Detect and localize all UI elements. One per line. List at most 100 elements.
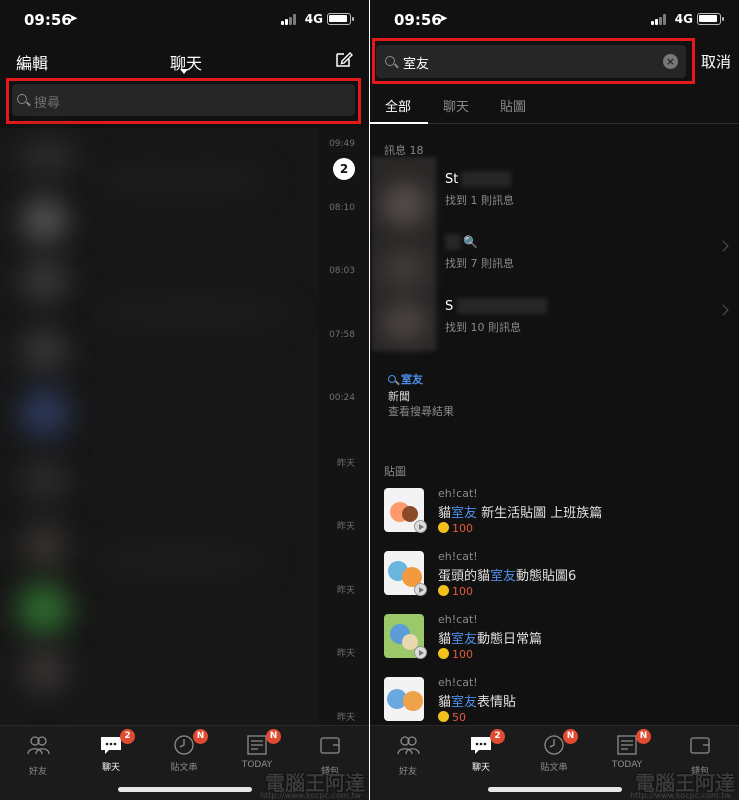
stickers-section-label: 貼圖 — [384, 465, 406, 478]
news-icon: N — [615, 729, 651, 756]
message-count: 找到 1 則訊息 — [445, 194, 514, 207]
sticker-title: 蛋頭的貓室友動態貼圖6 — [438, 569, 577, 584]
tab-badge: N — [193, 729, 208, 744]
message-result-row[interactable]: S 找到 10 則訊息 — [445, 284, 735, 344]
news-query-link[interactable]: 室友 — [388, 371, 423, 387]
chat-time: 昨天 — [336, 649, 355, 659]
chat-time: 昨天 — [336, 586, 355, 596]
tab-badge: N — [563, 729, 578, 744]
home-indicator[interactable] — [118, 787, 252, 792]
tab-label: 貼文串 — [540, 763, 568, 773]
chat-time: 09:49 — [329, 139, 355, 149]
chevron-down-icon[interactable] — [180, 69, 188, 74]
tab-chats[interactable]: 2 聊天 — [451, 729, 511, 773]
network-type: 4G — [304, 12, 323, 26]
message-result-row[interactable]: St 找到 1 則訊息 — [445, 157, 735, 217]
tab-timeline[interactable]: N 貼文串 — [524, 729, 584, 773]
home-indicator[interactable] — [488, 787, 622, 792]
sticker-price: 100 — [438, 648, 473, 661]
network-type: 4G — [674, 12, 693, 26]
sticker-price: 50 — [438, 711, 466, 724]
tab-chats-filter[interactable]: 聊天 — [443, 96, 469, 115]
play-icon[interactable] — [414, 646, 427, 659]
location-arrow-icon: ➤ — [68, 11, 79, 25]
play-icon[interactable] — [414, 520, 427, 533]
play-icon[interactable] — [414, 583, 427, 596]
tab-timeline[interactable]: N 貼文串 — [154, 729, 214, 773]
search-input[interactable]: 室友 × — [376, 45, 686, 78]
chat-list-screen: 09:56 ➤ 4G 編輯 聊天 搜尋 09:49 08:10 08:03 07… — [0, 0, 369, 800]
tab-chats[interactable]: 2 聊天 — [81, 729, 141, 773]
message-count: 找到 7 則訊息 — [445, 257, 514, 270]
redacted-name — [461, 171, 511, 187]
location-arrow-icon: ➤ — [438, 11, 449, 25]
chat-bubble-icon: 2 — [99, 729, 135, 756]
message-contact-name: St — [445, 172, 459, 187]
tab-badge: N — [266, 729, 281, 744]
tab-all[interactable]: 全部 — [385, 96, 411, 115]
tab-label: 好友 — [398, 767, 417, 777]
coin-icon — [438, 711, 449, 722]
search-input[interactable]: 搜尋 — [12, 84, 355, 116]
battery-icon — [697, 13, 724, 25]
friends-icon — [27, 736, 50, 755]
sticker-result-row[interactable]: eh!cat! 蛋頭的貓室友動態貼圖6 100 — [384, 550, 724, 611]
sticker-author: eh!cat! — [438, 550, 478, 563]
redacted-name — [457, 298, 547, 314]
blurred-avatars — [372, 157, 436, 351]
battery-icon — [327, 13, 354, 25]
signal-icon — [281, 14, 297, 25]
sticker-title: 貓室友動態日常篇 — [438, 632, 543, 647]
sticker-price: 100 — [438, 522, 473, 535]
wallet-icon — [690, 737, 710, 754]
sticker-author: eh!cat! — [438, 613, 478, 626]
chat-time: 08:10 — [329, 203, 355, 213]
message-result-row[interactable]: 🔍 找到 7 則訊息 — [445, 220, 735, 280]
chat-list[interactable]: 09:49 08:10 08:03 07:58 00:24 昨天 昨天 昨天 昨… — [0, 128, 369, 725]
wallet-icon — [320, 737, 340, 754]
chat-time: 08:03 — [329, 266, 355, 276]
search-icon — [385, 56, 395, 66]
watermark-url: http://www.kocpc.com.tw — [260, 791, 361, 800]
tab-label: 聊天 — [101, 763, 120, 773]
sticker-title: 貓室友表情貼 — [438, 695, 517, 710]
sticker-thumbnail — [384, 677, 424, 721]
edit-button[interactable]: 編輯 — [16, 50, 48, 74]
tab-today[interactable]: N TODAY — [227, 729, 287, 770]
clear-icon[interactable]: × — [663, 54, 678, 69]
compose-icon[interactable] — [335, 50, 353, 68]
coin-icon — [438, 522, 449, 533]
blurred-chat-rows — [0, 128, 318, 725]
sticker-result-row[interactable]: eh!cat! 貓室友動態日常篇 100 — [384, 613, 724, 674]
view-search-results-link[interactable]: 查看搜尋結果 — [388, 403, 454, 419]
chevron-right-icon — [717, 240, 729, 252]
message-contact-name: S — [445, 299, 454, 314]
tab-friends[interactable]: 好友 — [8, 734, 68, 777]
chat-time: 昨天 — [336, 522, 355, 532]
cancel-button[interactable]: 取消 — [701, 51, 731, 72]
news-title: 新聞 — [388, 390, 410, 403]
clock-icon: N — [172, 729, 208, 756]
tab-friends[interactable]: 好友 — [378, 734, 438, 777]
sticker-result-row[interactable]: eh!cat! 貓室友 新生活貼圖 上班族篇 100 — [384, 487, 724, 548]
chat-time: 07:58 — [329, 330, 355, 340]
tab-stickers-filter[interactable]: 貼圖 — [500, 96, 526, 115]
status-bar: 09:56 ➤ 4G — [0, 0, 369, 40]
tab-today[interactable]: N TODAY — [597, 729, 657, 770]
chat-time: 昨天 — [336, 713, 355, 723]
signal-icon — [651, 14, 667, 25]
search-results-screen: 09:56 ➤ 4G 室友 × 取消 全部 聊天 貼圖 訊息 18 St 找到 … — [370, 0, 739, 800]
active-tab-underline — [370, 122, 428, 124]
sticker-title: 貓室友 新生活貼圖 上班族篇 — [438, 506, 603, 521]
watermark-url: http://www.kocpc.com.tw — [630, 791, 731, 800]
tab-label: 貼文串 — [170, 763, 198, 773]
tab-label: 好友 — [28, 767, 47, 777]
chat-times-column: 09:49 08:10 08:03 07:58 00:24 昨天 昨天 昨天 昨… — [318, 128, 369, 725]
status-time: 09:56 — [24, 11, 72, 29]
message-contact-name: 🔍 — [463, 235, 478, 249]
chevron-right-icon — [717, 304, 729, 316]
status-time: 09:56 — [394, 11, 442, 29]
filter-tabs: 全部 聊天 貼圖 — [370, 86, 739, 124]
message-count: 找到 10 則訊息 — [445, 321, 521, 334]
coin-icon — [438, 648, 449, 659]
